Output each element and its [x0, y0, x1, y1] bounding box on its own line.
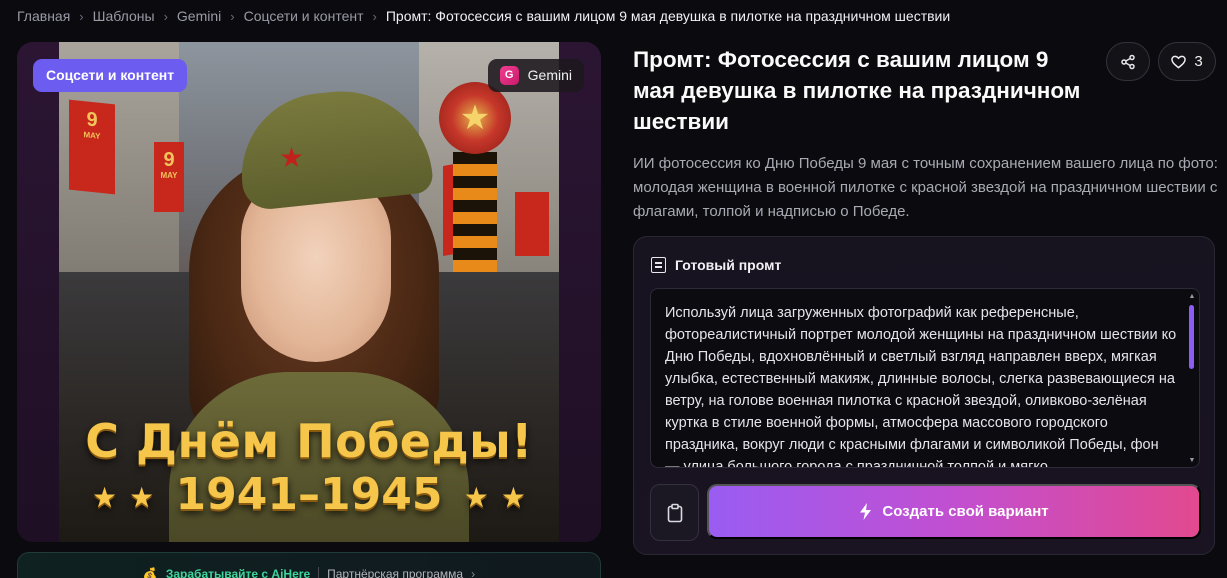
order-star-icon: ★ — [439, 82, 511, 154]
model-badge[interactable]: G Gemini — [487, 59, 584, 92]
like-count: 3 — [1194, 53, 1203, 70]
prompt-text: Используй лица загруженных фотографий ка… — [665, 305, 1177, 468]
document-icon — [651, 257, 666, 273]
copy-prompt-button[interactable] — [650, 484, 699, 541]
red-star-icon: ★ — [279, 142, 305, 173]
breadcrumb-separator: › — [79, 8, 84, 24]
category-badge[interactable]: Соцсети и контент — [33, 59, 188, 92]
prompt-panel-title: Готовый промт — [675, 257, 782, 273]
create-variant-button[interactable]: Создать свой вариант — [707, 484, 1201, 539]
like-button[interactable]: 3 — [1158, 42, 1216, 81]
chevron-right-icon: › — [471, 567, 476, 578]
model-badge-label: Gemini — [527, 67, 572, 83]
divider — [318, 567, 320, 578]
page-title: Промт: Фотосессия с вашим лицом 9 мая де… — [633, 47, 1081, 134]
breadcrumb-gemini[interactable]: Gemini — [177, 8, 221, 24]
clipboard-icon — [667, 503, 682, 522]
victory-greeting: С Днём Победы! — [85, 414, 533, 468]
breadcrumb-separator: › — [372, 8, 377, 24]
flag-number: 9 — [86, 108, 98, 132]
flag-month: MAY — [83, 130, 101, 141]
prompt-textbox[interactable]: Используй лица загруженных фотографий ка… — [650, 288, 1200, 468]
garrison-cap — [233, 82, 435, 212]
gold-star-icon: ★ — [91, 480, 118, 514]
preview-image-card[interactable]: 9 MAY 9 MAY ★ ★ С Днём Победы! ★ ★ 1941–194… — [17, 42, 601, 542]
st-george-ribbon — [453, 152, 497, 272]
gold-star-icon: ★ — [500, 480, 526, 514]
flag-month: MAY — [160, 171, 178, 180]
scroll-up-icon[interactable]: ▲ — [1188, 293, 1196, 301]
years-text: 1941–1945 — [175, 469, 443, 520]
preview-image: 9 MAY 9 MAY ★ ★ С Днём Победы! ★ ★ 1941–194… — [59, 42, 559, 542]
affiliate-banner[interactable]: 💰 Зарабатывайте с AiHere Партнёрская про… — [17, 552, 601, 578]
breadcrumb-home[interactable]: Главная — [17, 8, 70, 24]
scroll-down-icon[interactable]: ▼ — [1188, 457, 1196, 465]
flag-number: 9 — [163, 149, 175, 171]
prompt-panel: Готовый промт Используй лица загруженных… — [633, 236, 1215, 555]
affiliate-earn-text: Зарабатывайте с AiHere — [165, 567, 311, 578]
scrollbar-thumb[interactable] — [1189, 305, 1194, 369]
breadcrumb-templates[interactable]: Шаблоны — [93, 8, 155, 24]
red-flag — [515, 192, 549, 256]
template-description: ИИ фотосессия ко Дню Победы 9 мая с точн… — [633, 155, 1218, 220]
breadcrumb-category[interactable]: Соцсети и контент — [244, 8, 364, 24]
affiliate-partner-text: Партнёрская программа — [327, 567, 464, 578]
breadcrumb-separator: › — [163, 8, 168, 24]
gold-star-icon: ★ — [129, 480, 155, 514]
breadcrumb: Главная › Шаблоны › Gemini › Соцсети и к… — [17, 8, 950, 24]
breadcrumb-current: Промт: Фотосессия с вашим лицом 9 мая де… — [385, 8, 951, 24]
create-variant-label: Создать свой вариант — [882, 503, 1049, 520]
heart-icon — [1171, 55, 1187, 69]
prompt-panel-header: Готовый промт — [651, 257, 781, 273]
gemini-icon: G — [499, 66, 519, 85]
prompt-scrollbar[interactable]: ▲ ▼ — [1188, 293, 1196, 465]
share-icon — [1121, 54, 1135, 69]
gold-star-icon: ★ — [463, 480, 489, 514]
flag-9-may: 9 MAY — [154, 142, 184, 212]
victory-years: ★ ★ 1941–1945 ★ ★ — [59, 469, 559, 520]
breadcrumb-separator: › — [230, 8, 235, 24]
flag-9-may: 9 MAY — [69, 99, 115, 195]
money-bag-icon: 💰 — [142, 567, 158, 578]
share-button[interactable] — [1106, 42, 1150, 81]
lightning-icon — [860, 503, 872, 520]
